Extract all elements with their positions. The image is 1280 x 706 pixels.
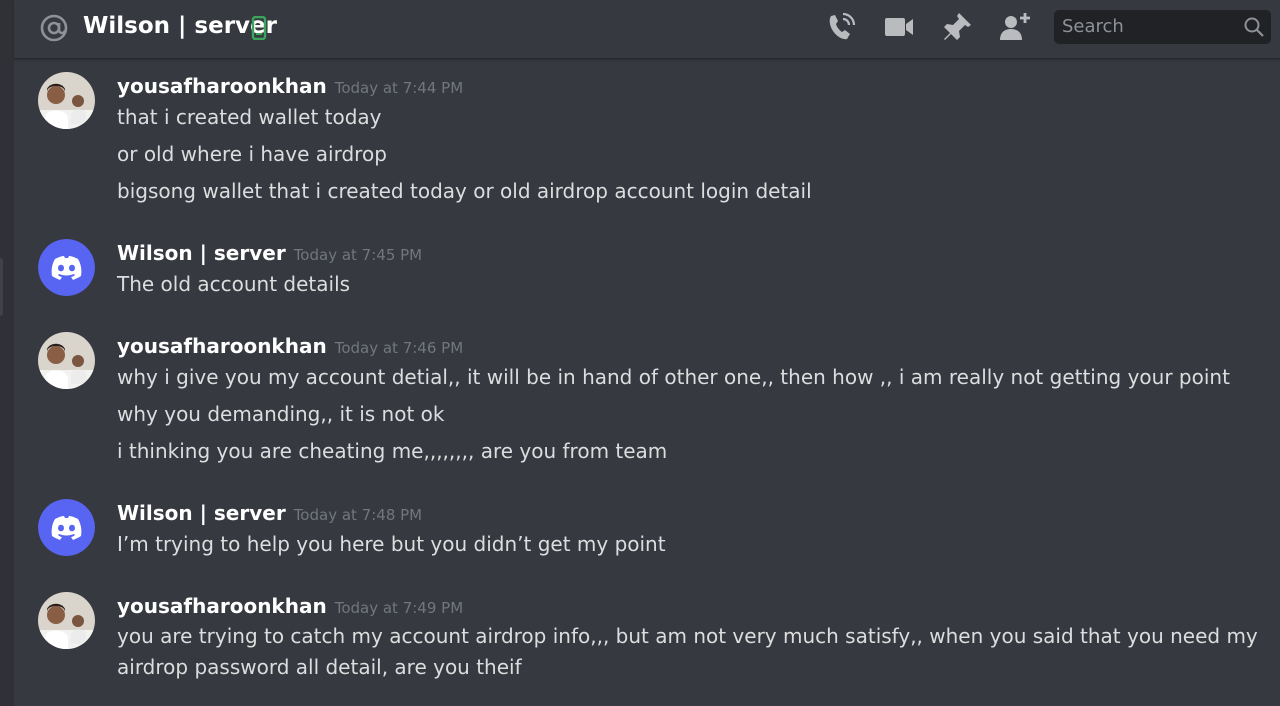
message-line: that i created wallet today (117, 105, 382, 129)
server-list-edge (0, 0, 14, 706)
message-timestamp: Today at 7:46 PM (334, 339, 464, 357)
message-list: yousafharoonkhan Today at 7:44 PM that i … (14, 59, 1280, 706)
avatar[interactable] (38, 499, 95, 556)
message-timestamp: Today at 7:49 PM (334, 599, 464, 617)
at-icon (40, 14, 68, 42)
message-line: bigsong wallet that i created today or o… (117, 179, 812, 203)
avatar[interactable] (38, 239, 95, 296)
message-line: you are trying to catch my account airdr… (117, 624, 1258, 679)
add-member-icon[interactable] (998, 10, 1032, 44)
message-line: or old where i have airdrop (117, 142, 387, 166)
search-icon[interactable] (1243, 16, 1265, 38)
message-timestamp: Today at 7:44 PM (334, 79, 464, 97)
message-line: why you demanding,, it is not ok (117, 402, 445, 426)
search-placeholder: Search (1062, 16, 1124, 37)
avatar[interactable] (38, 72, 95, 129)
voice-call-icon[interactable] (824, 10, 858, 44)
message-line: The old account details (117, 272, 351, 296)
server-indicator (0, 258, 3, 316)
message-line: why i give you my account detial,, it wi… (117, 365, 1230, 389)
message-author[interactable]: Wilson | server Today at 7:45 PM (117, 239, 422, 269)
message-author[interactable]: Wilson | server Today at 7:48 PM (117, 499, 422, 529)
message-author[interactable]: yousafharoonkhan Today at 7:49 PM (117, 592, 463, 622)
avatar[interactable] (38, 332, 95, 389)
channel-header: Wilson | server Search (14, 0, 1280, 59)
message-author[interactable]: yousafharoonkhan Today at 7:46 PM (117, 332, 463, 362)
message-timestamp: Today at 7:45 PM (293, 246, 423, 264)
message-line: I’m trying to help you here but you didn… (117, 532, 666, 556)
message-author[interactable]: yousafharoonkhan Today at 7:44 PM (117, 72, 463, 102)
channel-title: Wilson | server (83, 13, 277, 39)
message-line: i thinking you are cheating me,,,,,,,, a… (117, 439, 668, 463)
message-timestamp: Today at 7:48 PM (293, 506, 423, 524)
avatar[interactable] (38, 592, 95, 649)
mobile-phone-icon (251, 16, 267, 40)
search-input[interactable]: Search (1054, 10, 1271, 44)
pin-icon[interactable] (940, 10, 974, 44)
video-call-icon[interactable] (882, 10, 916, 44)
